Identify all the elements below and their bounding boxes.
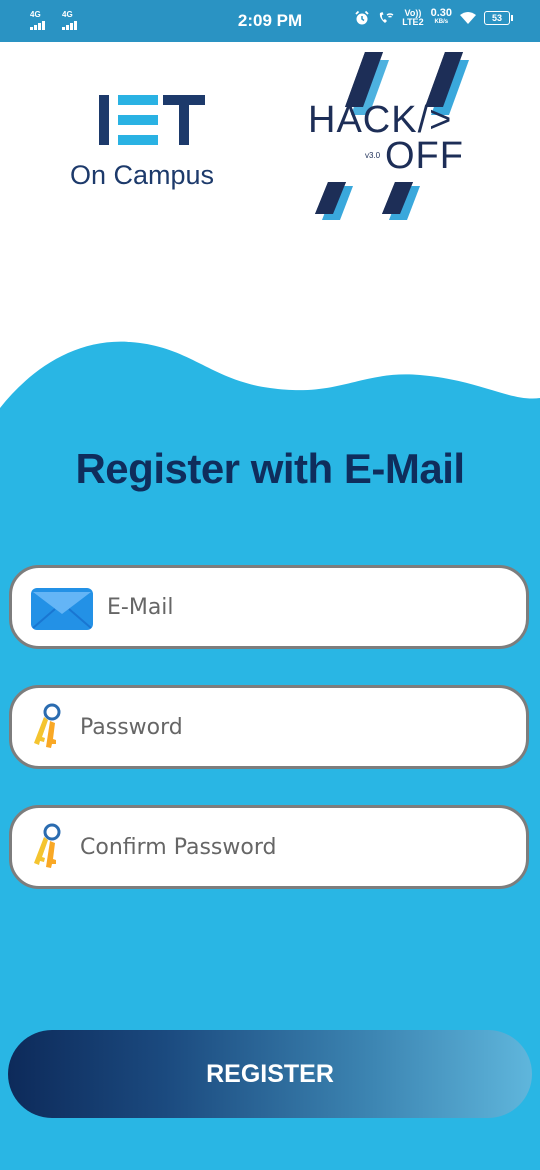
page-title: Register with E-Mail [75,445,465,492]
iet-logo-mark [99,95,205,145]
battery-icon: 53 [484,11,513,25]
volte-indicator: Vo)) LTE2 [402,9,423,27]
email-input[interactable] [107,568,487,646]
password-field[interactable] [9,685,529,769]
wifi-call-icon [380,12,394,23]
confirm-password-input[interactable] [80,808,460,886]
data-speed-value: 0.30 [430,7,452,19]
hackoff-bottom-text: OFF [385,135,464,177]
iet-logo: On Campus [70,95,240,195]
alarm-icon [355,10,369,25]
data-speed-unit: KB/s [434,19,449,25]
data-speed: 0.30 KB/s [430,7,452,27]
key-icon [34,823,61,868]
status-icons: Vo)) LTE2 0.30 KB/s 53 [354,7,513,27]
hackoff-version: v3.0 [365,151,381,160]
iet-subtitle: On Campus [70,160,215,190]
password-input[interactable] [80,688,460,766]
status-bar: 4G 4G 2:09 PM Vo)) LTE2 0.30 KB/s 53 [0,0,540,42]
hackoff-logo: HACK/> v3.0 OFF [308,52,469,220]
register-button[interactable]: REGISTER [8,1030,532,1118]
key-icon [34,703,61,748]
wifi-icon [460,12,476,24]
mail-icon [31,588,93,630]
email-field[interactable] [9,565,529,649]
lte-label: LTE2 [402,17,424,27]
confirm-password-field[interactable] [9,805,529,889]
